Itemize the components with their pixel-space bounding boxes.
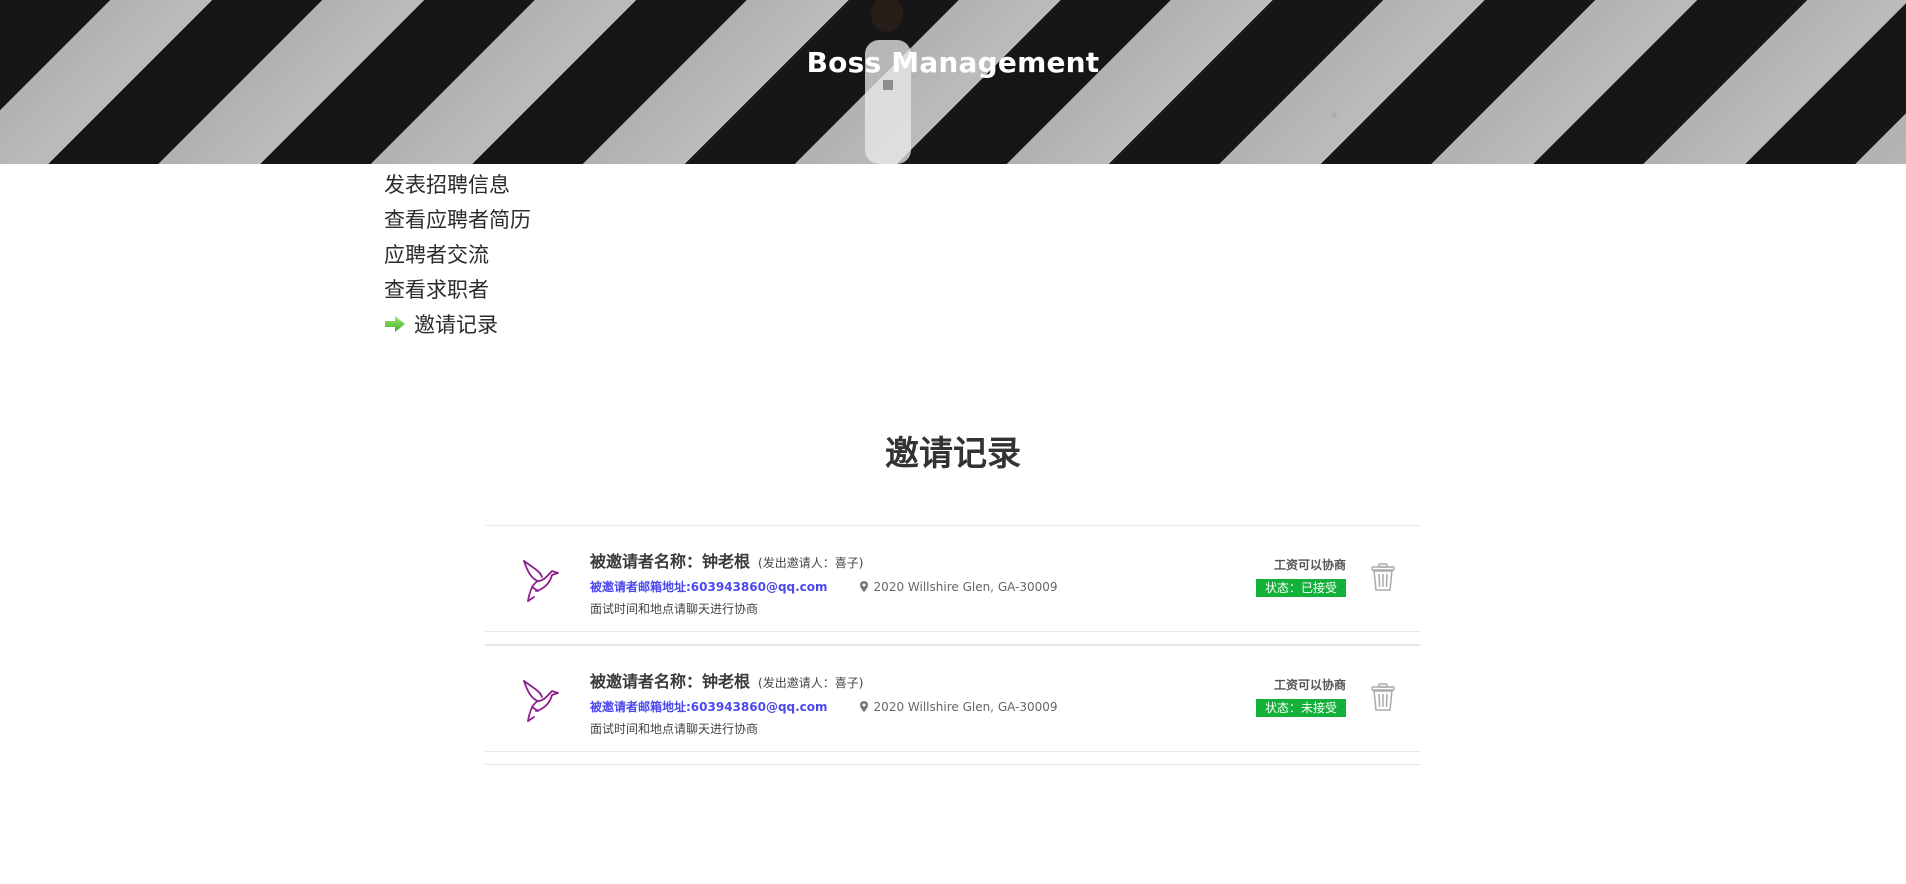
- side-menu: 发表招聘信息 查看应聘者简历 应聘者交流 查看求职者 邀请记录: [384, 166, 684, 341]
- invitee-name: 被邀请者名称：钟老根: [590, 552, 751, 571]
- bird-icon: [523, 680, 559, 722]
- section-title: 邀请记录: [885, 434, 1021, 474]
- hero-banner: Boss Management: [0, 0, 1906, 164]
- page-title: Boss Management: [806, 46, 1100, 79]
- address: 2020 Willshire Glen, GA-30009: [859, 699, 1058, 714]
- address: 2020 Willshire Glen, GA-30009: [859, 579, 1058, 594]
- bird-icon: [523, 560, 559, 602]
- map-pin-icon: [859, 581, 868, 592]
- address-text: 2020 Willshire Glen, GA-30009: [873, 579, 1058, 594]
- person-silhouette: [865, 0, 911, 164]
- list-item: 被邀请者名称：钟老根 (发出邀请人：喜子) 被邀请者邮箱地址:603943860…: [485, 645, 1420, 765]
- map-pin-icon: [859, 701, 868, 712]
- trash-icon[interactable]: [1370, 682, 1396, 711]
- menu-item-label: 应聘者交流: [384, 242, 489, 267]
- invitee-email: 被邀请者邮箱地址:603943860@qq.com: [590, 700, 828, 714]
- interview-note: 面试时间和地点请聊天进行协商: [590, 602, 759, 616]
- sender-name: (发出邀请人：喜子): [758, 556, 864, 570]
- sender-name: (发出邀请人：喜子): [758, 676, 864, 690]
- trash-icon[interactable]: [1370, 562, 1396, 591]
- list-item: 被邀请者名称：钟老根 (发出邀请人：喜子) 被邀请者邮箱地址:603943860…: [485, 525, 1420, 645]
- salary-text: 工资可以协商: [1273, 558, 1346, 572]
- menu-item-view-resumes[interactable]: 查看应聘者简历: [384, 201, 684, 236]
- salary-text: 工资可以协商: [1273, 678, 1346, 692]
- status-badge: 状态：未接受: [1255, 699, 1346, 717]
- menu-item-invitation-records[interactable]: 邀请记录: [384, 306, 684, 341]
- arrow-right-icon: [385, 315, 405, 332]
- menu-item-label: 邀请记录: [414, 312, 498, 337]
- menu-item-view-job-seekers[interactable]: 查看求职者: [384, 271, 684, 306]
- menu-item-applicant-chat[interactable]: 应聘者交流: [384, 236, 684, 271]
- menu-item-label: 查看应聘者简历: [384, 207, 531, 232]
- interview-note: 面试时间和地点请聊天进行协商: [590, 722, 759, 736]
- menu-item-label: 发表招聘信息: [384, 172, 510, 197]
- invitation-list: 被邀请者名称：钟老根 (发出邀请人：喜子) 被邀请者邮箱地址:603943860…: [485, 525, 1420, 765]
- menu-item-post-job[interactable]: 发表招聘信息: [384, 166, 684, 201]
- invitee-email: 被邀请者邮箱地址:603943860@qq.com: [590, 580, 828, 594]
- status-badge: 状态：已接受: [1255, 579, 1346, 597]
- invitee-name: 被邀请者名称：钟老根: [590, 672, 751, 691]
- address-text: 2020 Willshire Glen, GA-30009: [873, 699, 1058, 714]
- menu-item-label: 查看求职者: [384, 277, 489, 302]
